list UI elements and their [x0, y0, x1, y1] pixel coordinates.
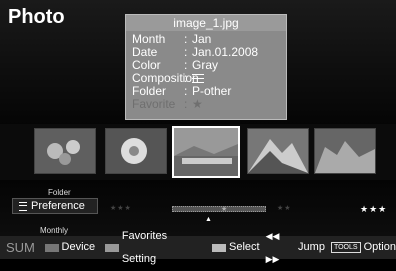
thumb-flower[interactable] [105, 128, 167, 174]
thumb-landscape[interactable] [172, 126, 240, 178]
enter-button-icon [212, 243, 227, 252]
thumb-flowers[interactable] [34, 128, 96, 174]
red-button-icon [44, 243, 59, 252]
rating-segment: ★★★ [110, 205, 132, 212]
list-icon [19, 201, 27, 211]
sort-option-folder[interactable]: Folder [48, 188, 71, 197]
rating-bar: ★★★ ★ ★★ ★★★ [102, 204, 388, 214]
page-title: Photo [8, 6, 65, 28]
favorite-star-icon: ★ [192, 97, 203, 111]
jump-label[interactable]: Jump [298, 236, 325, 259]
sum-label: SUM [6, 240, 35, 255]
rating-segment-selected: ★ [172, 206, 266, 213]
thumb-rocks[interactable] [314, 128, 376, 174]
thumb-mountain[interactable] [247, 128, 309, 174]
device-label[interactable]: Device [62, 236, 96, 259]
rating-segment: ★★★ [360, 204, 388, 214]
jump-arrows-icon: ◀◀ ▶▶ [265, 230, 280, 264]
sort-current-preference[interactable]: Preference [12, 198, 98, 214]
green-button-icon [105, 243, 119, 252]
tools-button-icon: TOOLS [330, 242, 361, 253]
select-label[interactable]: Select [229, 236, 260, 259]
info-row-favorite: Favorite: ★ [132, 97, 203, 111]
info-filename: image_1.jpg [126, 15, 286, 31]
statusbar: SUM Device Favorites Setting Select ◀◀ ▶… [0, 230, 396, 265]
sort-option-monthly[interactable]: Monthly [40, 226, 68, 235]
photo-screen: Photo image_1.jpg Month: Jan Date: Jan.01.… [0, 0, 396, 265]
composition-icon [192, 74, 204, 84]
option-label[interactable]: Option [364, 236, 396, 259]
position-marker-icon: ▲ [205, 216, 212, 223]
favorites-setting-label[interactable]: Favorites Setting [122, 225, 203, 271]
thumbnail-strip [0, 124, 396, 180]
rating-segment: ★★ [277, 205, 292, 212]
info-panel: image_1.jpg Month: Jan Date: Jan.01.2008 C… [125, 14, 287, 120]
